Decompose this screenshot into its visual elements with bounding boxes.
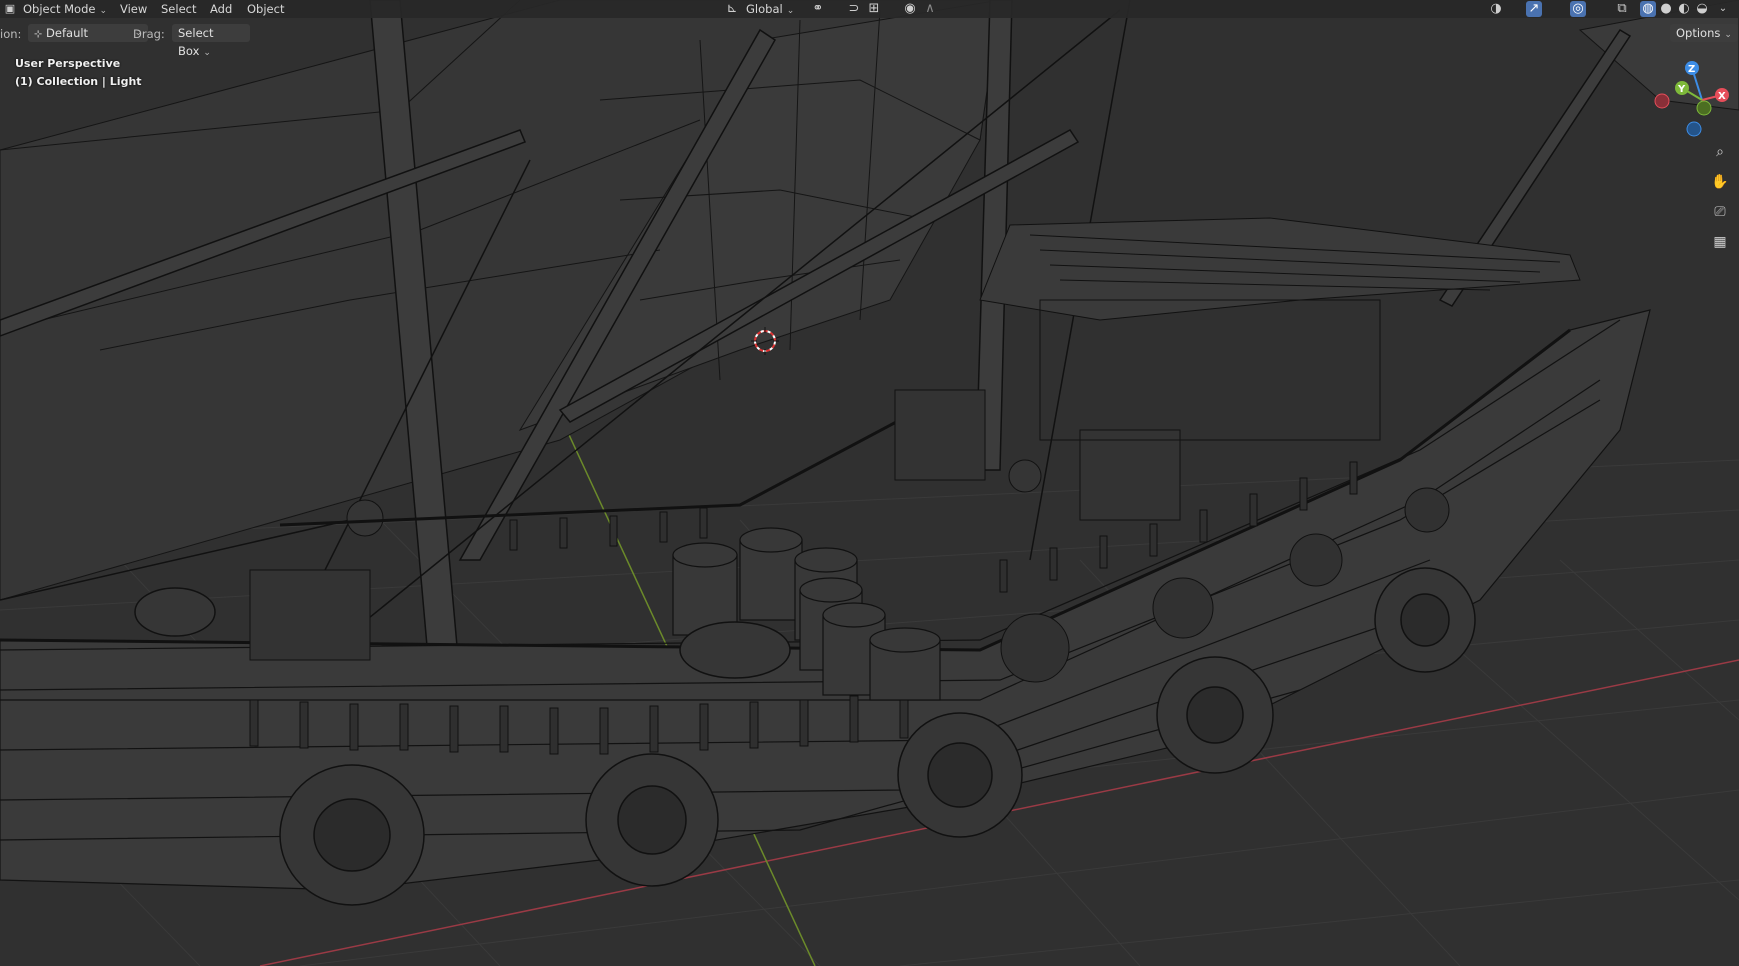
drag-dropdown[interactable]: Select Box ⌄ [172,24,250,58]
shading-options-chevron-icon[interactable]: ⌄ [1715,1,1731,17]
menu-add[interactable]: Add [210,0,232,18]
wireframe-shading-icon[interactable]: ◍ [1640,1,1656,17]
mast-hub [346,499,384,537]
collection-label: (1) Collection | Light [15,75,142,88]
xray-icon[interactable]: ⧉ [1614,1,1630,17]
gizmo-neg-z[interactable] [1686,121,1702,137]
visibility-icon[interactable]: ◑ [1488,1,1504,17]
options-label: Options [1676,26,1721,40]
mast-hub [1008,459,1042,493]
snap-increment-icon[interactable]: ⊞ [866,1,882,17]
rendered-shading-icon[interactable]: ◒ [1694,1,1710,17]
options-dropdown[interactable]: Options ⌄ [1670,24,1738,42]
gizmo-toggle-icon[interactable]: ↗ [1526,1,1542,17]
zoom-icon[interactable]: ⌕ [1708,140,1732,164]
wireframe-scene[interactable]: Z X Y [0,0,1739,966]
pivot-point-icon[interactable]: ⚭ [810,1,826,17]
transform-orientation-icon: ⊾ [726,1,738,16]
transform-orientation-selector[interactable]: Global ⌄ [746,0,794,18]
camera-icon[interactable]: ⎚ [1708,200,1732,224]
orientation-dropdown-value: Default [46,26,89,40]
3d-viewport[interactable]: Z X Y ▣ Object Mode ⌄ View Select Add Obj… [0,0,1739,966]
chevron-down-icon: ⌄ [1724,30,1732,40]
perspective-label: User Perspective [15,57,121,70]
chevron-down-icon: ⌄ [99,6,107,16]
chevron-down-icon: ⌄ [786,6,795,16]
tool-settings-bar: ion: ⊹ Default ⌄ Drag: Select Box ⌄ Optio… [0,22,1739,58]
menu-view[interactable]: View [120,0,147,18]
drag-label: Drag: [133,27,165,41]
viewport-header: ▣ Object Mode ⌄ View Select Add Object ⊾ … [0,0,1739,18]
hand-pan-icon[interactable]: ✋ [1708,170,1732,194]
gizmo-y-label: Y [1677,84,1686,95]
gizmo-x-label: X [1718,91,1726,102]
material-shading-icon[interactable]: ◐ [1676,1,1692,17]
falloff-icon[interactable]: ∧ [922,1,938,17]
orientation-prefix: ion: [0,27,22,41]
snap-icon[interactable]: ⊃ [846,1,862,17]
menu-object[interactable]: Object [247,0,284,18]
mode-label: Object Mode [23,2,96,16]
orientation-dropdown[interactable]: ⊹ Default ⌄ [28,24,148,42]
solid-shading-icon[interactable]: ● [1658,1,1674,17]
menu-select[interactable]: Select [161,0,196,18]
transform-orientation-label: Global [746,2,783,16]
mode-selector[interactable]: Object Mode ⌄ [23,0,107,18]
editor-type-icon[interactable]: ▣ [2,1,18,17]
orientation-axis-icon: ⊹ [34,29,43,40]
gizmo-neg-y[interactable] [1696,100,1712,116]
gizmo-neg-x[interactable] [1654,93,1670,109]
proportional-edit-icon[interactable]: ◉ [902,1,918,17]
grid-ortho-icon[interactable]: ▦ [1708,230,1732,254]
gizmo-z-label: Z [1688,64,1695,75]
overlay-toggle-icon[interactable]: ◎ [1570,1,1586,17]
chevron-down-icon: ⌄ [203,48,211,58]
